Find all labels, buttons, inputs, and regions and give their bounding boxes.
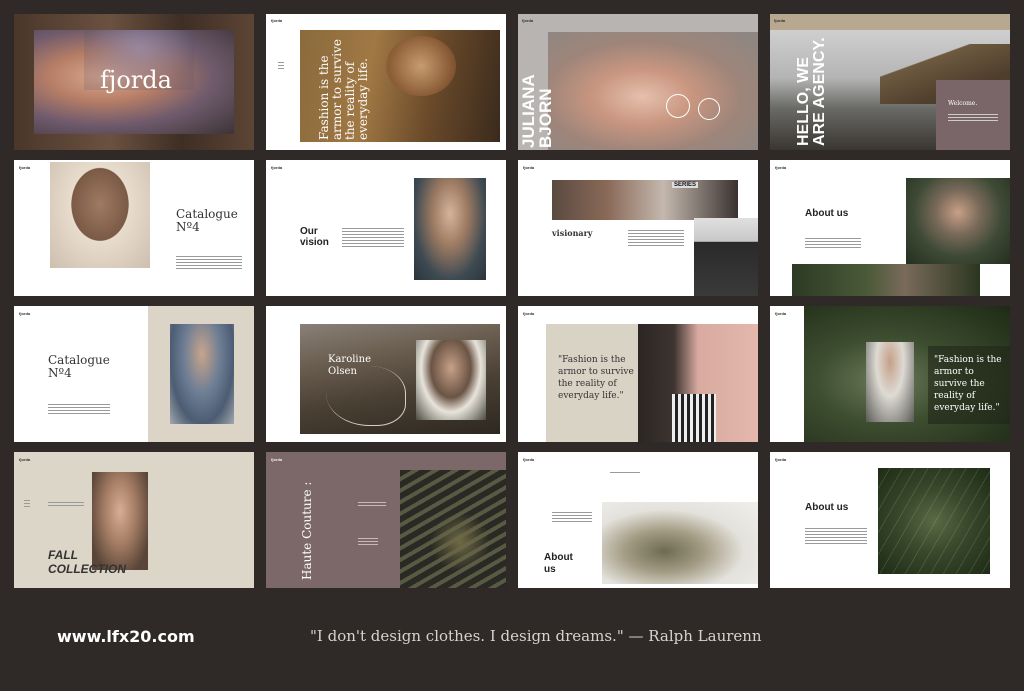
title-line-2: vision bbox=[300, 237, 329, 248]
body-text-lines bbox=[628, 230, 684, 248]
name-line-1: Karoline bbox=[328, 354, 371, 365]
quote-text: "Fashion is the armor to survive the rea… bbox=[558, 355, 634, 401]
body-text-lines bbox=[48, 404, 110, 416]
body-text-lines bbox=[176, 256, 242, 271]
store-sign: SERIES bbox=[672, 182, 699, 188]
name-line-1: JULIANA bbox=[519, 74, 538, 148]
title-line-2: COLLECTION bbox=[48, 562, 126, 576]
vision-title: Our vision bbox=[300, 226, 329, 248]
slide-logo: fjorda bbox=[775, 165, 787, 170]
title-line-2: Nº4 bbox=[176, 220, 200, 234]
title-line-1: Our bbox=[300, 226, 318, 237]
slide-quote-jungle[interactable]: fjorda "Fashion is the armor to survive … bbox=[770, 306, 1010, 442]
body-text-lines bbox=[48, 502, 84, 508]
circle-graphic-2 bbox=[698, 98, 720, 120]
about-title: About us bbox=[544, 552, 573, 576]
about-title: About us bbox=[805, 208, 849, 219]
photo-face-glow bbox=[386, 36, 456, 96]
slide-haute-couture[interactable]: fjorda Haute Couture : bbox=[266, 452, 506, 588]
slide-logo: fjorda bbox=[775, 457, 787, 462]
slide-hello-agency[interactable]: fjorda Welcome. HELLO, WE ARE AGENCY. bbox=[770, 14, 1010, 150]
slide-logo: fjorda bbox=[271, 165, 283, 170]
body-text-lines-2 bbox=[552, 512, 592, 524]
photo-woman-denim bbox=[170, 324, 234, 424]
body-text-lines bbox=[610, 472, 640, 475]
slide-about-us-plants[interactable]: fjorda About us bbox=[770, 160, 1010, 296]
slide-juliana-bjorn[interactable]: fjorda JULIANA BJORN bbox=[518, 14, 758, 150]
photo-top-band bbox=[770, 14, 1010, 30]
welcome-label: Welcome. bbox=[948, 100, 978, 107]
body-text-lines bbox=[358, 502, 386, 508]
cover-brand-title: fjorda bbox=[100, 66, 172, 94]
catalogue-title: Catalogue Nº4 bbox=[48, 354, 110, 380]
photo-woman-pool bbox=[414, 178, 486, 280]
title-line-1: About bbox=[544, 552, 573, 563]
quote-text: Fashion is the armor to survive the real… bbox=[317, 38, 370, 140]
photo-leaf-shapes bbox=[430, 512, 490, 572]
slide-quote-beige[interactable]: fjorda "Fashion is the armor to survive … bbox=[518, 306, 758, 442]
vertical-quote: Fashion is the armor to survive the real… bbox=[317, 30, 370, 140]
slide-catalogue-4[interactable]: fjorda Catalogue Nº4 bbox=[14, 160, 254, 296]
fall-collection-title: FALL COLLECTION bbox=[48, 548, 126, 576]
photo-menu-board bbox=[694, 218, 758, 296]
body-text-lines bbox=[805, 238, 861, 250]
slide-logo: fjorda bbox=[19, 165, 31, 170]
visionary-title: visionary bbox=[552, 228, 593, 238]
title-line-1: FALL bbox=[48, 548, 78, 562]
footer-quote: "I don't design clothes. I design dreams… bbox=[310, 627, 762, 645]
body-text-lines bbox=[805, 528, 867, 546]
body-text-lines-2 bbox=[358, 538, 378, 547]
slide-logo: fjorda bbox=[523, 311, 535, 316]
slide-logo: fjorda bbox=[19, 457, 31, 462]
karoline-name: Karoline Olsen bbox=[328, 354, 371, 378]
photo-succulent bbox=[602, 502, 758, 584]
photo-woman-inset bbox=[416, 340, 486, 420]
photo-woman-leaves bbox=[906, 178, 1010, 264]
photo-leaves-band bbox=[792, 264, 980, 296]
slide-fall-collection[interactable]: fjorda FALL COLLECTION bbox=[14, 452, 254, 588]
slide-logo: fjorda bbox=[774, 18, 786, 23]
about-title: About us bbox=[805, 502, 849, 513]
headline-text: HELLO, WE ARE AGENCY. bbox=[795, 37, 828, 146]
slide-logo: fjorda bbox=[271, 457, 283, 462]
slide-logo: fjorda bbox=[522, 18, 534, 23]
slide-logo: fjorda bbox=[271, 18, 283, 23]
slide-catalogue-4-b[interactable]: fjorda Catalogue Nº4 bbox=[14, 306, 254, 442]
side-text-lines bbox=[24, 500, 30, 509]
name-line-2: BJORN bbox=[536, 88, 555, 148]
photo-woman-hat bbox=[50, 162, 150, 268]
vertical-title: Haute Couture : bbox=[300, 482, 314, 580]
circle-graphic-1 bbox=[666, 94, 690, 118]
photo-woman-face bbox=[548, 32, 758, 150]
title-line-2: Nº4 bbox=[48, 366, 72, 380]
photo-leaf-veins bbox=[878, 468, 990, 574]
slide-our-vision[interactable]: fjorda Our vision bbox=[266, 160, 506, 296]
slide-logo: fjorda bbox=[523, 165, 535, 170]
welcome-text-lines bbox=[948, 114, 998, 123]
name-line-2: Olsen bbox=[328, 366, 357, 377]
haute-couture-label: Haute Couture : bbox=[300, 481, 314, 580]
website-url[interactable]: www.lfx20.com bbox=[57, 627, 195, 646]
body-text-lines bbox=[342, 228, 404, 249]
slide-logo: fjorda bbox=[523, 457, 535, 462]
photo-striped-pants bbox=[672, 394, 716, 442]
slide-logo: fjorda bbox=[775, 311, 787, 316]
photo-woman-tshirt bbox=[866, 342, 914, 422]
slide-cover-fjorda[interactable]: fjorda bbox=[14, 14, 254, 150]
title-line-2: us bbox=[544, 564, 556, 575]
quote-text: "Fashion is the armor to survive the rea… bbox=[934, 355, 1002, 413]
vertical-name: JULIANA BJORN bbox=[519, 74, 555, 148]
side-text-lines bbox=[278, 62, 284, 71]
slide-visionary[interactable]: fjorda SERIES visionary bbox=[518, 160, 758, 296]
slide-about-us-succulent[interactable]: fjorda About us bbox=[518, 452, 758, 588]
slide-quote-fashion[interactable]: fjorda Fashion is the armor to survive t… bbox=[266, 14, 506, 150]
slide-logo: fjorda bbox=[19, 311, 31, 316]
vertical-headline: HELLO, WE ARE AGENCY. bbox=[795, 36, 828, 146]
slide-karoline-olsen[interactable]: Karoline Olsen bbox=[266, 306, 506, 442]
slide-about-us-leaves[interactable]: fjorda About us bbox=[770, 452, 1010, 588]
catalogue-title: Catalogue Nº4 bbox=[176, 208, 238, 234]
